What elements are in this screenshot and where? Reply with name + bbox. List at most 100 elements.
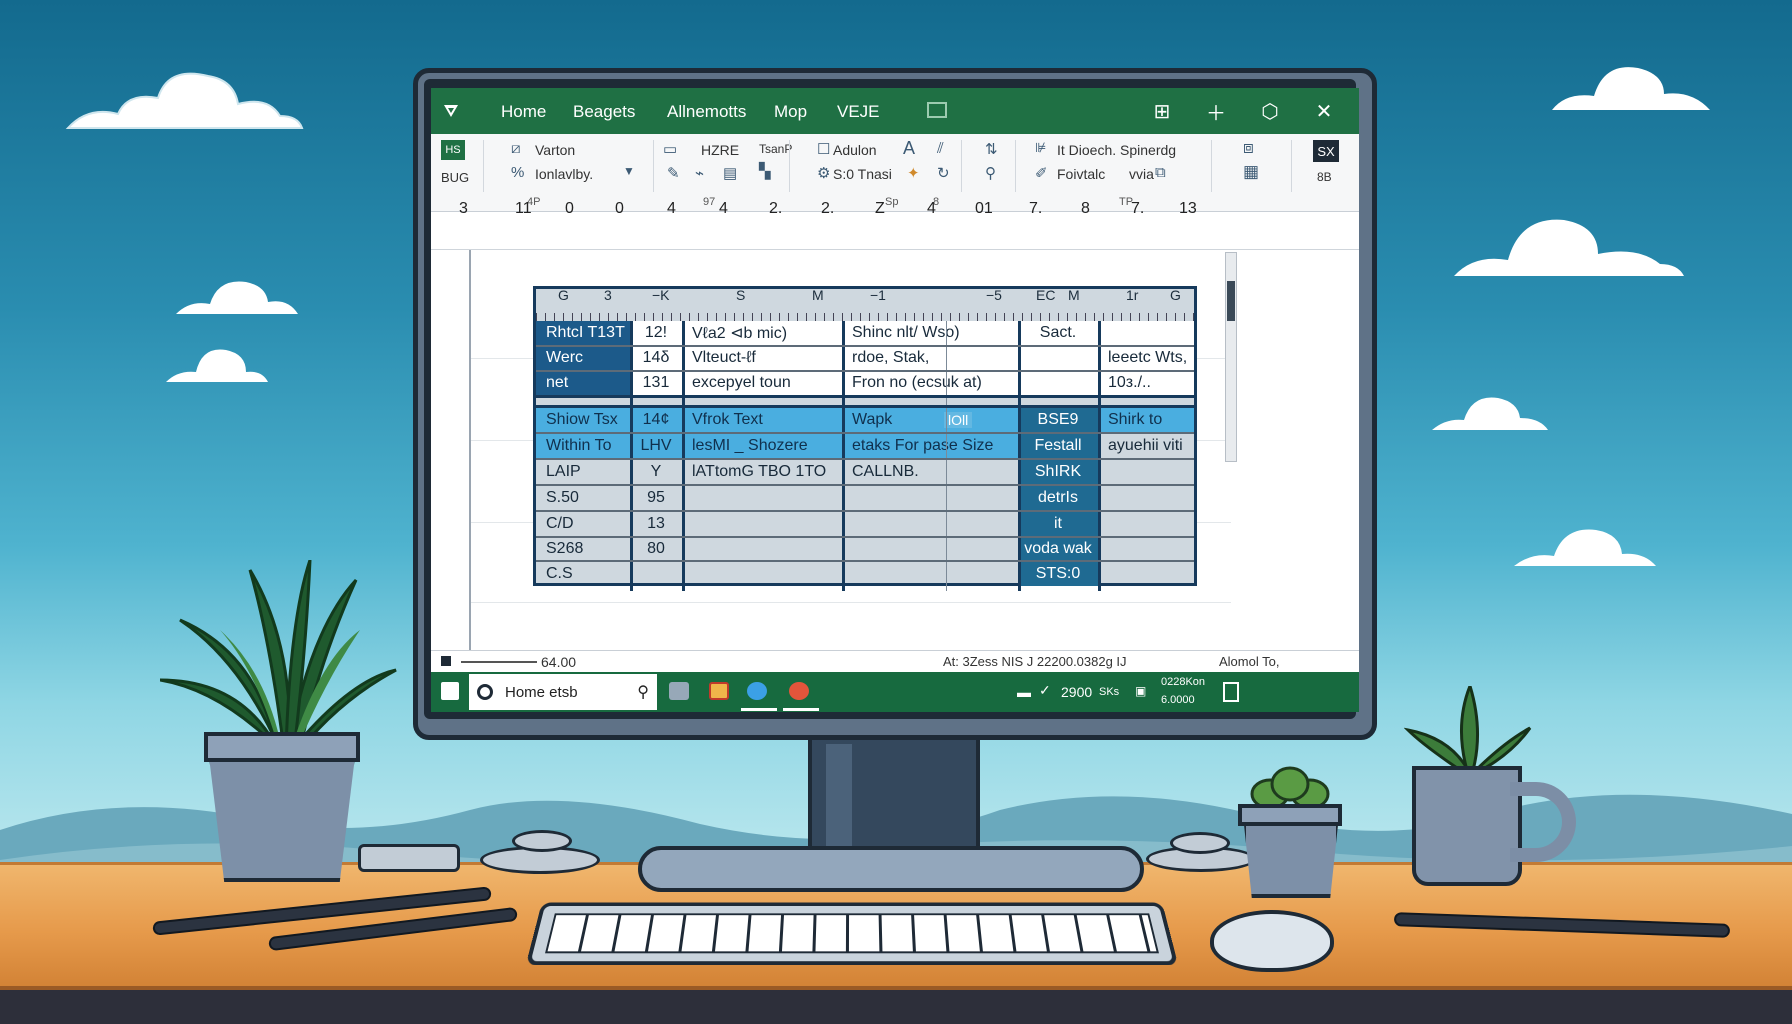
col-head[interactable]: 1r — [1126, 287, 1138, 315]
image-icon[interactable] — [927, 102, 947, 118]
sheet-area[interactable]: G 3 −K S M −1 −5 EC M 1r G RhtcI T13T 12!… — [431, 250, 1359, 652]
palette-icon[interactable]: ✦ — [907, 164, 920, 182]
col-head[interactable]: S — [736, 287, 745, 315]
table-cell[interactable] — [842, 537, 1018, 560]
font-a-icon[interactable]: A — [903, 138, 915, 159]
table-cell[interactable]: Wapk — [842, 407, 1018, 432]
chevron-down-icon[interactable]: ▼ — [623, 164, 635, 178]
table-cell[interactable] — [1098, 511, 1194, 536]
ribbon-tnasi[interactable]: S:0 Tnasi — [833, 166, 892, 182]
pencil-icon[interactable]: ✐ — [1035, 164, 1048, 182]
table-cell[interactable]: Sact. — [1018, 321, 1098, 345]
table-cell[interactable]: excepyel toun — [682, 371, 842, 395]
refresh-icon[interactable]: ↻ — [937, 164, 950, 182]
image-insert-icon[interactable]: ⧈ — [1243, 138, 1254, 158]
table-cell[interactable]: Vℓa2 ⊲b mic) — [682, 321, 842, 345]
table-cell[interactable] — [682, 537, 842, 560]
vertical-scrollbar[interactable] — [1225, 252, 1237, 462]
table-cell[interactable] — [682, 485, 842, 510]
table-cell[interactable]: etaks For pase Size — [842, 433, 1018, 458]
table-cell[interactable]: Festall — [1018, 433, 1098, 458]
table-cell[interactable]: S268 — [536, 537, 630, 560]
table-cell[interactable]: 14¢ — [630, 407, 682, 432]
photos-icon[interactable] — [709, 682, 729, 700]
sort-icon[interactable]: ⇅ — [985, 140, 998, 158]
ribbon-sx-button[interactable]: SX — [1313, 140, 1339, 162]
ribbon-dioech[interactable]: It Dioech. Spinerdg — [1057, 142, 1176, 158]
close-icon[interactable]: ✕ — [1299, 96, 1349, 126]
col-head[interactable]: M — [1068, 287, 1080, 315]
plus-icon[interactable]: ＋ — [1191, 96, 1241, 126]
table-cell[interactable]: Vlteuct-ℓf — [682, 346, 842, 370]
ribbon-varton[interactable]: Varton — [535, 142, 575, 158]
table-cell[interactable]: C/D — [536, 511, 630, 536]
grid-icon[interactable]: ⊞ — [1137, 96, 1187, 126]
table-cell[interactable]: S.50 — [536, 485, 630, 510]
notification-icon[interactable] — [1223, 682, 1239, 702]
table-cell[interactable]: ShIRK — [1018, 459, 1098, 484]
table-cell[interactable]: LAIP — [536, 459, 630, 484]
table-cell[interactable]: leeetc Wts, — [1098, 346, 1194, 370]
col-head[interactable]: EC — [1036, 287, 1055, 315]
checkbox-icon[interactable]: ☐ — [817, 140, 830, 158]
ribbon-tsanp[interactable]: TsanP — [759, 142, 792, 156]
table-cell[interactable]: detrIs — [1018, 485, 1098, 510]
table-cell[interactable]: voda wak — [1018, 537, 1098, 560]
hexagon-icon[interactable]: ⬡ — [1245, 96, 1295, 126]
menu-beagets[interactable]: Beagets — [573, 102, 635, 122]
table-cell[interactable] — [1098, 459, 1194, 484]
menu-home[interactable]: Home — [501, 102, 546, 122]
table-cell[interactable]: Shirk to — [1098, 407, 1194, 432]
table-cell[interactable]: lATtomG TBO 1TO — [682, 459, 842, 484]
col-head[interactable]: G — [1170, 287, 1181, 315]
table-icon[interactable]: ▤ — [723, 164, 737, 182]
table-cell[interactable] — [1098, 321, 1194, 345]
col-head[interactable]: −5 — [986, 287, 1002, 315]
table-cell[interactable] — [1098, 537, 1194, 560]
format-icon[interactable]: ⊯ — [1035, 140, 1046, 156]
tray-minus-icon[interactable]: ▬ — [1017, 684, 1031, 700]
menu-mop[interactable]: Mop — [774, 102, 807, 122]
search-icon[interactable]: ⚲ — [637, 682, 649, 702]
table-cell[interactable]: BSE9 — [1018, 407, 1098, 432]
col-head[interactable]: −1 — [870, 287, 886, 315]
col-head[interactable]: M — [812, 287, 824, 315]
table-cell[interactable]: RhtcI T13T — [536, 321, 630, 345]
table-cell[interactable]: LHV — [630, 433, 682, 458]
fill-icon[interactable]: ▚ — [759, 162, 771, 180]
table-cell[interactable]: 14δ — [630, 346, 682, 370]
menu-veje[interactable]: VEJE — [837, 102, 880, 122]
chart-icon[interactable]: ⫽ — [937, 140, 944, 157]
table-cell[interactable] — [842, 511, 1018, 536]
table-cell[interactable] — [1098, 485, 1194, 510]
col-head[interactable]: −K — [652, 287, 670, 315]
zoom-stop-icon[interactable] — [441, 656, 451, 666]
table-cell[interactable] — [682, 511, 842, 536]
table-cell[interactable]: rdoe, Stak, — [842, 346, 1018, 370]
menu-allnemotts[interactable]: Allnemotts — [667, 102, 746, 122]
table-cell[interactable]: Within To — [536, 433, 630, 458]
table-cell[interactable]: C.S — [536, 561, 630, 586]
table-cell[interactable]: ayuehii viti — [1098, 433, 1194, 458]
table-cell[interactable]: Fron no (ecsuk at) — [842, 371, 1018, 395]
filter-icon[interactable]: ⚲ — [985, 164, 996, 182]
ribbon-adulon[interactable]: Adulon — [833, 142, 877, 158]
table-cell[interactable] — [682, 561, 842, 586]
table-cell[interactable]: STS:0 — [1018, 561, 1098, 586]
table-cell[interactable]: 12! — [630, 321, 682, 345]
tray-signal-icon[interactable]: ✓ — [1039, 682, 1051, 699]
table-cell[interactable]: Shinc nlt/ Wso) — [842, 321, 1018, 345]
tray-box-icon[interactable]: ▣ — [1135, 684, 1146, 698]
cell-icon[interactable]: ⧄ — [511, 140, 521, 157]
folder-icon[interactable] — [669, 682, 689, 700]
zoom-slider[interactable] — [461, 661, 537, 663]
percent-icon[interactable]: % — [511, 164, 524, 181]
sheet-icon[interactable]: ▦ — [1243, 162, 1259, 182]
link-icon[interactable]: ⌁ — [695, 164, 704, 182]
ribbon-dropdown[interactable]: Ionlavlby. — [535, 166, 593, 182]
ribbon-badge[interactable]: HS — [441, 140, 465, 160]
table-cell[interactable]: Werc — [536, 346, 630, 370]
table-cell[interactable]: Vfrok Text — [682, 407, 842, 432]
ribbon-vvia[interactable]: vvia — [1129, 166, 1154, 182]
drag-icon[interactable]: ⧉ — [1155, 164, 1166, 181]
